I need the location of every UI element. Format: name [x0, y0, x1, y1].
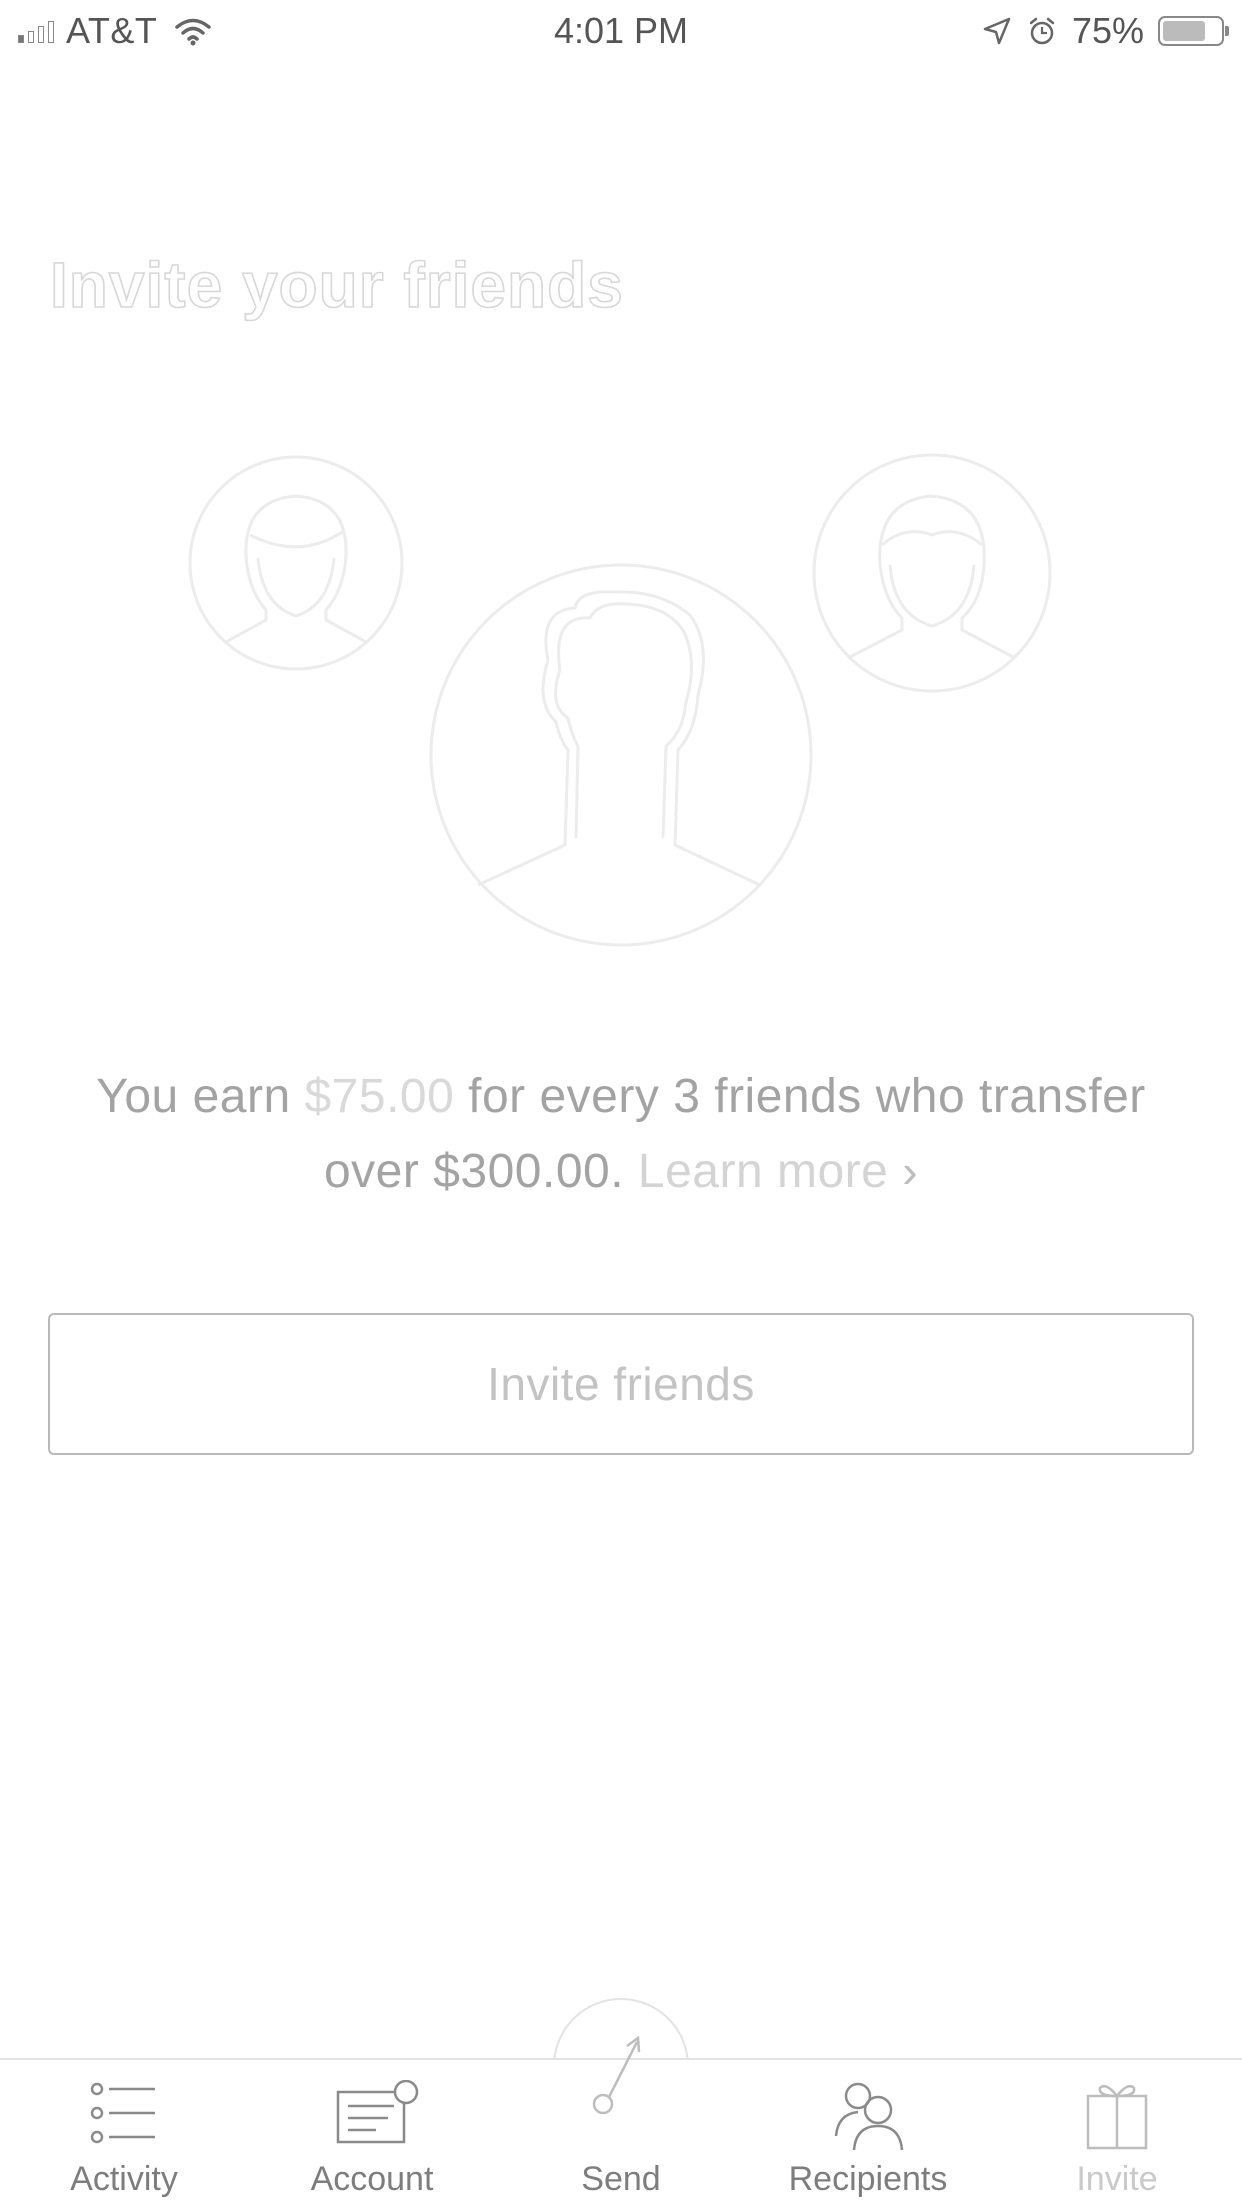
female-avatar-icon: [188, 455, 404, 671]
tab-invite[interactable]: Invite: [1017, 2060, 1217, 2210]
tab-label-invite: Invite: [1076, 2160, 1158, 2198]
promo-text-1: You earn: [96, 1070, 305, 1123]
tab-label-recipients: Recipients: [788, 2160, 948, 2198]
battery-percentage: 75%: [1071, 10, 1144, 51]
card-icon: [336, 2080, 419, 2144]
tab-recipients[interactable]: Recipients: [768, 2060, 968, 2210]
location-arrow-icon: [983, 17, 1011, 45]
invite-friends-button[interactable]: Invite friends: [48, 1313, 1194, 1455]
alarm-icon: [1029, 17, 1055, 45]
tab-activity[interactable]: Activity: [24, 2060, 224, 2210]
friends-illustration: [188, 453, 1052, 947]
male-avatar-icon: [812, 453, 1052, 693]
gift-icon: [1086, 2085, 1148, 2150]
people-icon: [834, 2082, 904, 2151]
send-arrow-icon: [592, 2035, 641, 2115]
tab-account[interactable]: Account: [272, 2060, 472, 2210]
list-icon: [90, 2082, 155, 2144]
tab-label-activity: Activity: [70, 2160, 178, 2198]
status-right: 75%: [982, 10, 1229, 52]
tab-send[interactable]: Send: [521, 2035, 721, 2210]
promo-amount: $75.00: [304, 1070, 455, 1123]
tab-bar: Activity Account Send Recipients Invite: [0, 2035, 1242, 2210]
tab-label-send: Send: [581, 2160, 661, 2198]
referral-promo-text: You earn $75.00 for every 3 friends who …: [80, 1060, 1162, 1209]
battery-fill: [1163, 21, 1205, 41]
status-bar: AT&T 4:01 PM 75%: [0, 0, 1242, 62]
learn-more-link[interactable]: Learn more: [638, 1145, 888, 1198]
center-avatar-icon: [429, 563, 813, 947]
battery-icon: [1158, 16, 1229, 46]
tab-label-account: Account: [310, 2160, 434, 2198]
chevron-right-icon[interactable]: ›: [902, 1145, 918, 1197]
page-title: Invite your friends: [49, 248, 624, 322]
